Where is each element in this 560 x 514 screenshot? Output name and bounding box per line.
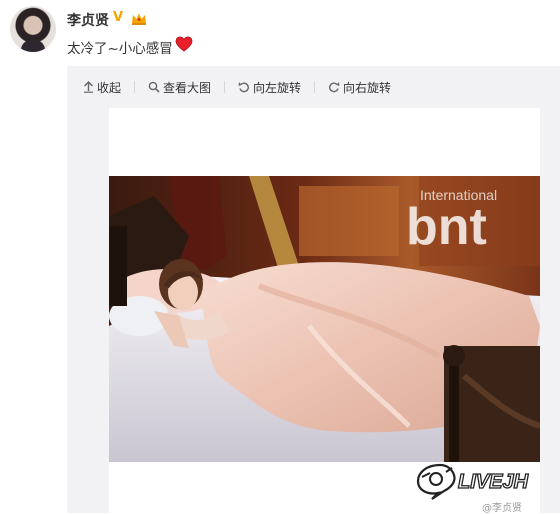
rotate-right-button[interactable]: 向右旋转 xyxy=(324,79,395,96)
view-large-label: 查看大图 xyxy=(163,80,212,95)
livejh-logo: LIVEJH xyxy=(416,463,529,500)
post-text: 太冷了~小心感冒 xyxy=(67,41,173,57)
photo-watermark: International bnt xyxy=(406,187,497,256)
collapse-button[interactable]: 收起 xyxy=(79,79,125,96)
upload-arrow-icon xyxy=(84,81,93,93)
avatar[interactable] xyxy=(10,6,56,52)
collapse-label: 收起 xyxy=(97,80,122,95)
toolbar-divider xyxy=(224,81,226,93)
post-photo[interactable]: International bnt xyxy=(109,176,540,462)
rotate-right-label: 向右旋转 xyxy=(343,80,392,95)
toolbar-divider xyxy=(134,81,136,93)
rotate-left-label: 向左旋转 xyxy=(253,80,302,95)
watermark-large-text: bnt xyxy=(406,198,487,256)
username[interactable]: 李贞贤 xyxy=(67,10,109,30)
heart-icon xyxy=(175,36,193,52)
verified-badge-icon: V xyxy=(113,10,124,25)
rotate-left-icon xyxy=(238,82,249,93)
view-large-button[interactable]: 查看大图 xyxy=(144,79,215,96)
image-toolbar: 收起 查看大图 向左旋转 向右旋转 xyxy=(79,78,404,96)
media-container: 收起 查看大图 向左旋转 向右旋转 International bnt xyxy=(67,66,560,513)
rotate-right-icon xyxy=(329,82,340,93)
magnifier-icon xyxy=(148,81,160,93)
weibo-handle-watermark: @李贞贤 xyxy=(482,503,522,514)
toolbar-divider xyxy=(314,81,316,93)
vip-crown-icon xyxy=(132,13,146,25)
rotate-left-button[interactable]: 向左旋转 xyxy=(234,79,305,96)
livejh-text: LIVEJH xyxy=(458,471,529,493)
